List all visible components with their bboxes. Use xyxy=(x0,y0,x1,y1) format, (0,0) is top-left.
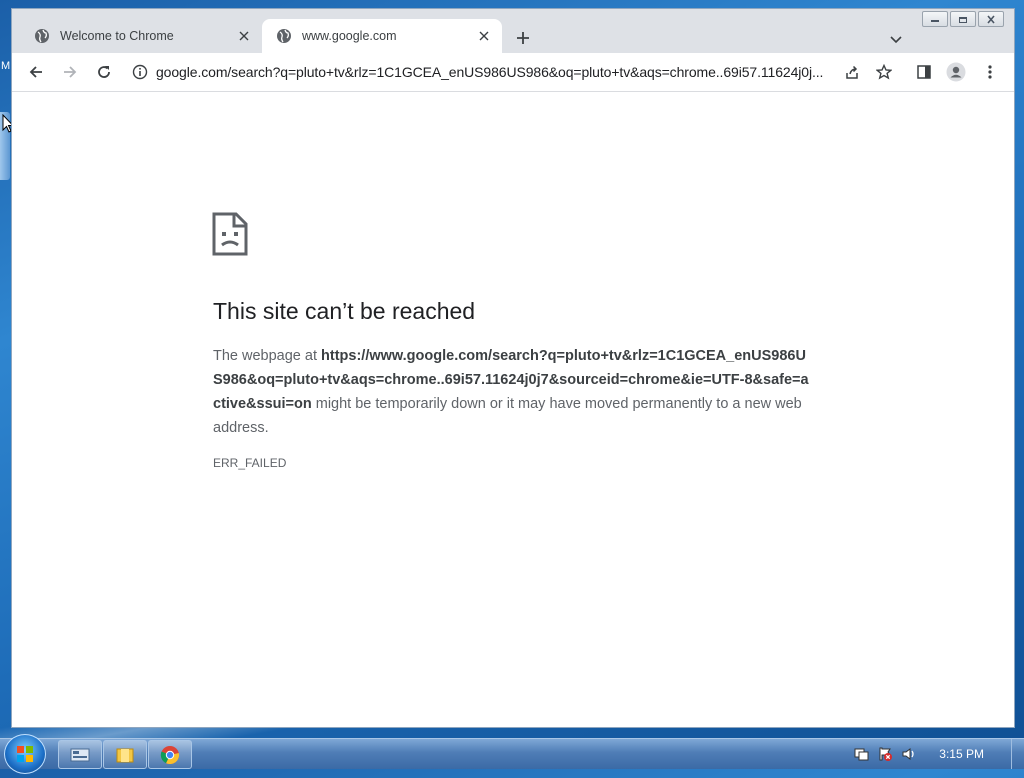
forward-button[interactable] xyxy=(54,56,86,88)
back-arrow-icon xyxy=(29,66,42,78)
taskbar: 3:15 PM xyxy=(0,734,1024,774)
tab-welcome-to-chrome[interactable]: Welcome to Chrome xyxy=(20,19,262,53)
address-bar[interactable]: google.com/search?q=pluto+tv&rlz=1C1GCEA… xyxy=(122,57,842,87)
error-desc-prefix: The webpage at xyxy=(213,348,322,364)
tab-close-button[interactable] xyxy=(476,28,492,44)
star-icon xyxy=(876,64,892,80)
side-panel-icon xyxy=(917,65,931,79)
toolbar: google.com/search?q=pluto+tv&rlz=1C1GCEA… xyxy=(12,53,1014,92)
browser-window: Welcome to Chrome www.google.com google.… xyxy=(11,8,1015,728)
globe-icon xyxy=(277,29,291,43)
action-center-icon[interactable] xyxy=(877,746,893,762)
close-icon xyxy=(239,31,249,41)
tab-google[interactable]: www.google.com xyxy=(262,19,502,53)
taskbar-app-chrome[interactable] xyxy=(148,740,192,769)
volume-icon[interactable] xyxy=(901,746,917,762)
side-panel-button[interactable] xyxy=(908,56,940,88)
profile-icon xyxy=(946,62,966,82)
plus-icon xyxy=(517,32,529,44)
reload-icon xyxy=(98,66,110,78)
show-desktop-button[interactable] xyxy=(1011,739,1024,769)
profile-button[interactable] xyxy=(940,56,972,88)
tab-strip: Welcome to Chrome www.google.com xyxy=(12,13,1014,53)
server-manager-icon xyxy=(70,748,90,761)
chevron-down-icon xyxy=(890,36,902,44)
url-text[interactable]: google.com/search?q=pluto+tv&rlz=1C1GCEA… xyxy=(156,64,842,80)
kebab-menu-icon xyxy=(988,65,992,79)
tab-title: Welcome to Chrome xyxy=(60,29,174,43)
close-icon xyxy=(479,31,489,41)
reload-button[interactable] xyxy=(88,56,120,88)
menu-button[interactable] xyxy=(974,56,1006,88)
windows-logo-icon xyxy=(17,746,33,762)
info-icon xyxy=(132,64,148,80)
bookmark-button[interactable] xyxy=(868,56,900,88)
error-code: ERR_FAILED xyxy=(213,456,287,470)
taskbar-app-explorer[interactable] xyxy=(103,740,147,769)
network-icon[interactable] xyxy=(853,746,869,762)
taskbar-clock[interactable]: 3:15 PM xyxy=(939,747,984,761)
share-button[interactable] xyxy=(836,56,868,88)
tab-close-button[interactable] xyxy=(236,28,252,44)
folder-icon xyxy=(116,748,134,762)
forward-arrow-icon xyxy=(64,66,77,78)
globe-icon xyxy=(35,29,49,43)
back-button[interactable] xyxy=(20,56,52,88)
tab-search-button[interactable] xyxy=(890,31,902,49)
new-tab-button[interactable] xyxy=(512,29,534,51)
error-title: This site can’t be reached xyxy=(213,298,476,324)
share-icon xyxy=(846,65,858,79)
chrome-icon xyxy=(160,745,180,764)
system-tray: 3:15 PM xyxy=(853,739,984,769)
page-content: This site can’t be reached The webpage a… xyxy=(12,92,1014,727)
tab-title: www.google.com xyxy=(302,29,397,43)
sad-page-icon xyxy=(212,212,248,256)
desktop-left-label: M xyxy=(1,60,11,72)
site-info-button[interactable] xyxy=(132,64,148,80)
error-description: The webpage at https://www.google.com/se… xyxy=(213,344,813,440)
taskbar-app-server-manager[interactable] xyxy=(58,740,102,769)
start-button[interactable] xyxy=(4,734,46,774)
